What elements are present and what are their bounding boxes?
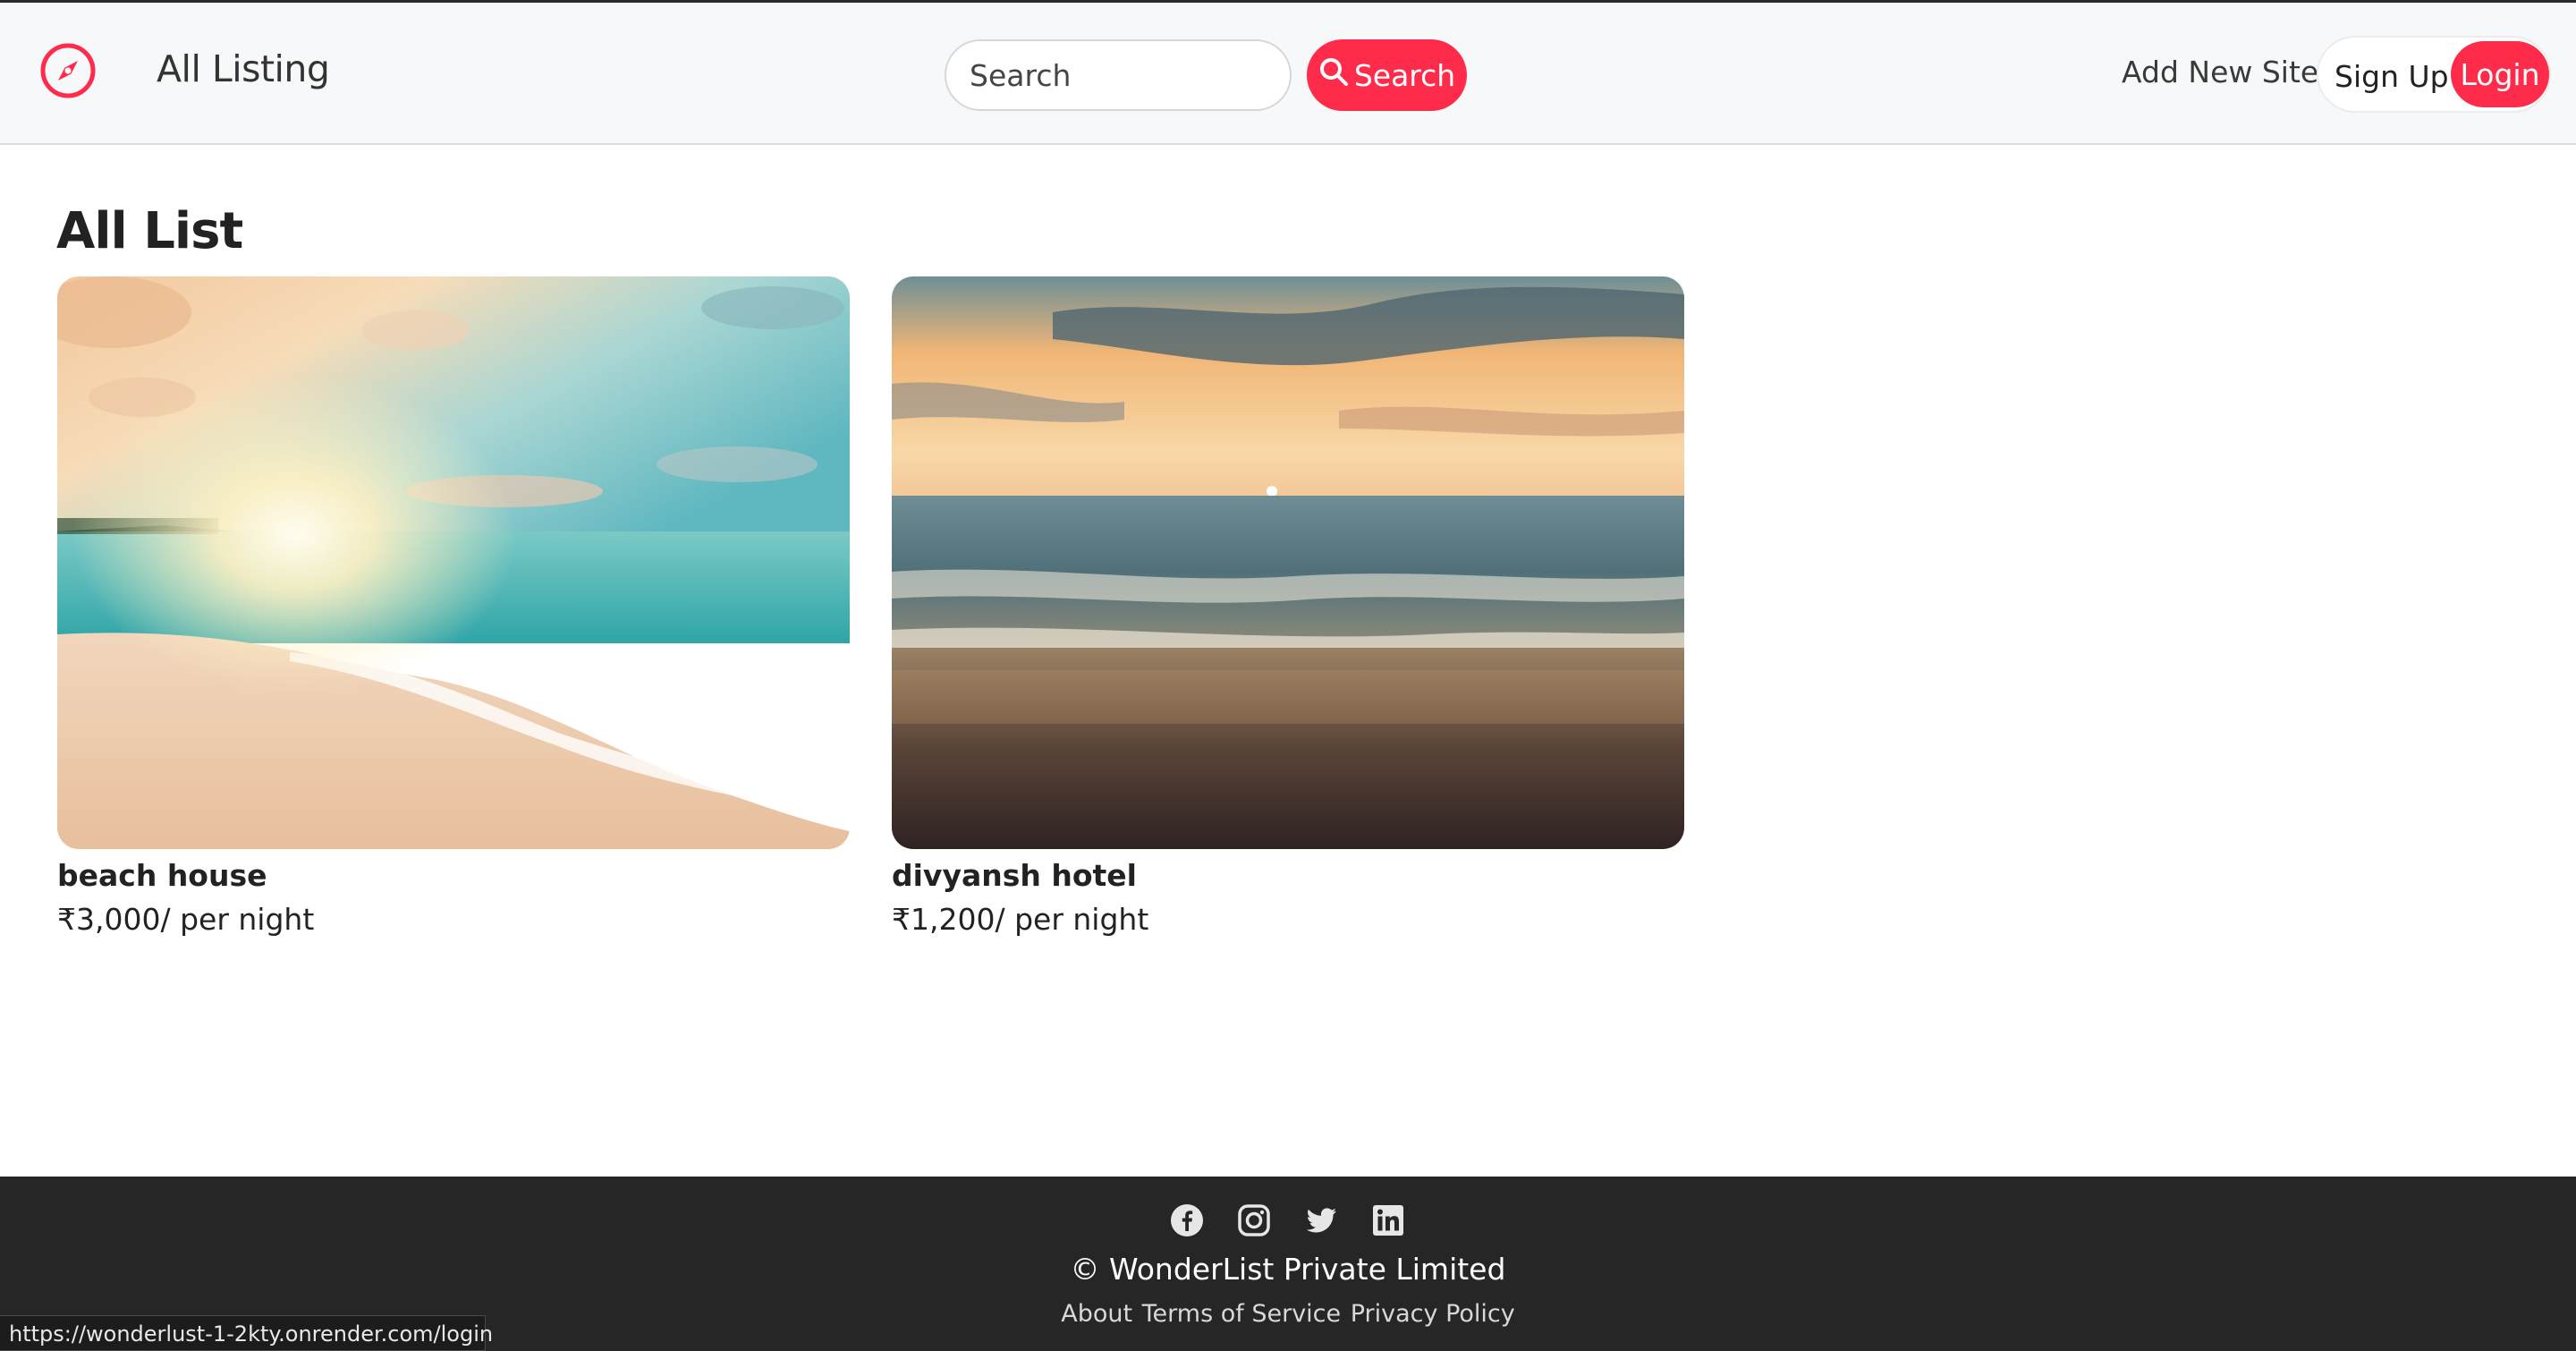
- footer-link-terms[interactable]: Terms of Service: [1142, 1300, 1342, 1328]
- compass-icon[interactable]: [39, 42, 97, 99]
- search-input[interactable]: [945, 39, 1292, 111]
- listing-name: beach house: [57, 858, 267, 893]
- search-button[interactable]: Search: [1307, 39, 1467, 111]
- auth-buttons: Sign Up Login: [2317, 36, 2551, 113]
- listing-price: ₹3,000/ per night: [57, 902, 315, 937]
- footer-link-privacy[interactable]: Privacy Policy: [1351, 1300, 1515, 1328]
- footer-link-about[interactable]: About: [1061, 1300, 1132, 1328]
- login-button[interactable]: Login: [2451, 41, 2549, 107]
- facebook-icon[interactable]: [1170, 1203, 1204, 1237]
- linkedin-icon[interactable]: [1371, 1203, 1405, 1237]
- listing-card[interactable]: divyansh hotel ₹1,200/ per night: [892, 276, 1684, 937]
- page-title: All List: [56, 202, 243, 260]
- add-new-site-link[interactable]: Add New Site: [2122, 55, 2318, 89]
- status-bar-url: https://wonderlust-1-2kty.onrender.com/l…: [0, 1315, 493, 1351]
- instagram-icon[interactable]: [1237, 1203, 1271, 1237]
- twitter-icon[interactable]: [1304, 1203, 1338, 1237]
- copyright-text: © WonderList Private Limited: [1070, 1252, 1506, 1287]
- sign-up-link[interactable]: Sign Up: [2334, 59, 2449, 94]
- sunset-beach-photo[interactable]: [892, 276, 1684, 849]
- navbar: All Listing Search Add New Site Sign Up …: [0, 0, 2576, 145]
- search-button-label: Search: [1353, 57, 1456, 93]
- listing-price: ₹1,200/ per night: [892, 902, 1149, 937]
- magnifier-icon: [1318, 56, 1349, 94]
- brand-link[interactable]: All Listing: [157, 47, 330, 90]
- sunny-beach-photo[interactable]: [57, 276, 850, 849]
- social-links: [1170, 1203, 1405, 1237]
- listing-name: divyansh hotel: [892, 858, 1137, 893]
- listing-card[interactable]: beach house ₹3,000/ per night: [57, 276, 850, 937]
